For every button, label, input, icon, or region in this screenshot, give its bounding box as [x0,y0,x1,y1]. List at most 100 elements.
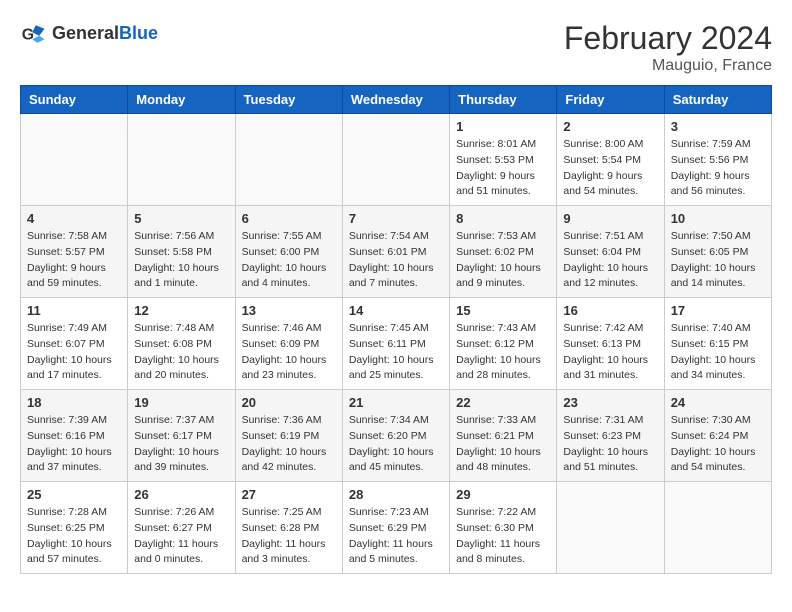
day-number: 1 [456,119,550,134]
daylight-text: Daylight: 10 hours and 4 minutes. [242,262,327,290]
calendar-cell: 2 Sunrise: 8:00 AM Sunset: 5:54 PM Daylight… [557,114,664,206]
calendar-cell: 18 Sunrise: 7:39 AM Sunset: 6:16 PM Dayligh… [21,390,128,482]
location: Mauguio, France [564,57,772,75]
sunrise-text: Sunrise: 7:56 AM [134,230,214,242]
calendar-cell: 9Sunrise: 7:51 AMSunset: 6:04 PMDaylight… [557,206,664,298]
day-info: Sunrise: 7:55 AMSunset: 6:00 PMDaylight:… [242,229,336,292]
column-header-monday: Monday [128,86,235,114]
calendar-cell: 12Sunrise: 7:48 AMSunset: 6:08 PMDayligh… [128,298,235,390]
calendar-cell: 21Sunrise: 7:34 AMSunset: 6:20 PMDayligh… [342,390,449,482]
calendar-week-row: 18 Sunrise: 7:39 AM Sunset: 6:16 PM Dayligh… [21,390,772,482]
sunset-text: Sunset: 6:00 PM [242,246,320,258]
daylight-text: Daylight: 9 hours and 51 minutes. [456,170,535,198]
day-info: Sunrise: 7:51 AMSunset: 6:04 PMDaylight:… [563,229,657,292]
daylight-text: Daylight: 9 hours and 54 minutes. [563,170,642,198]
day-number: 22 [456,395,550,410]
sunset-text: Sunset: 6:16 PM [27,430,105,442]
daylight-text: Daylight: 10 hours and 14 minutes. [671,262,756,290]
sunset-text: Sunset: 6:20 PM [349,430,427,442]
sunset-text: Sunset: 6:25 PM [27,522,105,534]
sunset-text: Sunset: 5:57 PM [27,246,105,258]
day-info: Sunrise: 7:48 AM Sunset: 6:08 PM Daylight:… [134,321,228,384]
day-info: Sunrise: 7:23 AM Sunset: 6:29 PM Daylight:… [349,505,443,568]
sunset-text: Sunset: 6:19 PM [242,430,320,442]
day-number: 13 [242,303,336,318]
calendar-cell: 16Sunrise: 7:42 AMSunset: 6:13 PMDayligh… [557,298,664,390]
calendar-cell: 11Sunrise: 7:49 AMSunset: 6:07 PMDayligh… [21,298,128,390]
sunset-text: Sunset: 6:24 PM [671,430,749,442]
sunset-text: Sunset: 6:08 PM [134,338,212,350]
daylight-text: Daylight: 10 hours and 7 minutes. [349,262,434,290]
day-number: 21 [349,395,443,410]
calendar-cell: 5Sunrise: 7:56 AMSunset: 5:58 PMDaylight… [128,206,235,298]
day-number: 17 [671,303,765,318]
calendar-week-row: 25 Sunrise: 7:28 AM Sunset: 6:25 PM Dayligh… [21,482,772,574]
sunrise-text: Sunrise: 7:30 AM [671,414,751,426]
day-info: Sunrise: 7:22 AMSunset: 6:30 PMDaylight:… [456,505,550,568]
sunset-text: Sunset: 6:04 PM [563,246,641,258]
sunset-text: Sunset: 6:28 PM [242,522,320,534]
calendar-week-row: 4Sunrise: 7:58 AMSunset: 5:57 PMDaylight… [21,206,772,298]
calendar-cell [664,482,771,574]
sunset-text: Sunset: 5:54 PM [563,154,641,166]
day-number: 5 [134,211,228,226]
calendar-cell: 10 Sunrise: 7:50 AMSunset: 6:05 PMDayligh… [664,206,771,298]
sunrise-text: Sunrise: 7:26 AM [134,506,214,518]
sunrise-text: Sunrise: 7:28 AM [27,506,107,518]
logo: G GeneralBlue [20,20,158,48]
day-info: Sunrise: 7:50 AMSunset: 6:05 PMDaylight:… [671,229,765,292]
daylight-text: Daylight: 10 hours and 42 minutes. [242,446,327,474]
day-number: 18 [27,395,121,410]
day-number: 27 [242,487,336,502]
sunrise-text: Sunrise: 8:00 AM [563,138,643,150]
sunset-text: Sunset: 6:29 PM [349,522,427,534]
sunrise-text: Sunrise: 7:42 AM [563,322,643,334]
calendar-cell: 3Sunrise: 7:59 AMSunset: 5:56 PMDaylight… [664,114,771,206]
daylight-text: Daylight: 10 hours and 34 minutes. [671,354,756,382]
day-number: 10 [671,211,765,226]
sunset-text: Sunset: 6:23 PM [563,430,641,442]
day-info: Sunrise: 7:56 AMSunset: 5:58 PMDaylight:… [134,229,228,292]
sunrise-text: Sunrise: 7:58 AM [27,230,107,242]
daylight-text: Daylight: 10 hours and 17 minutes. [27,354,112,382]
calendar-cell: 17Sunrise: 7:40 AMSunset: 6:15 PMDayligh… [664,298,771,390]
calendar-cell [235,114,342,206]
daylight-text: Daylight: 10 hours and 20 minutes. [134,354,219,382]
sunrise-text: Sunrise: 7:48 AM [134,322,214,334]
calendar-week-row: 1Sunrise: 8:01 AMSunset: 5:53 PMDaylight… [21,114,772,206]
daylight-text: Daylight: 10 hours and 9 minutes. [456,262,541,290]
sunset-text: Sunset: 5:58 PM [134,246,212,258]
calendar-cell: 28Sunrise: 7:23 AMSunset: 6:29 PMDayligh… [342,482,449,574]
daylight-text: Daylight: 11 hours and 5 minutes. [349,538,433,566]
day-number: 2 [563,119,657,134]
sunset-text: Sunset: 6:17 PM [134,430,212,442]
logo-text: GeneralBlue [52,24,158,44]
calendar-cell: 7 Sunrise: 7:54 AMSunset: 6:01 PMDaylight… [342,206,449,298]
calendar-header-row: SundayMondayTuesdayWednesdayThursdayFrid… [21,86,772,114]
sunset-text: Sunset: 6:11 PM [349,338,426,350]
day-info: Sunrise: 7:59 AMSunset: 5:56 PMDaylight:… [671,137,765,200]
day-info: Sunrise: 7:34 AMSunset: 6:20 PMDaylight:… [349,413,443,476]
sunset-text: Sunset: 6:21 PM [456,430,534,442]
day-number: 23 [563,395,657,410]
daylight-text: Daylight: 10 hours and 37 minutes. [27,446,112,474]
day-number: 24 [671,395,765,410]
day-info: Sunrise: 7:54 AMSunset: 6:01 PMDaylight:… [349,229,443,292]
sunrise-text: Sunrise: 7:34 AM [349,414,429,426]
sunrise-text: Sunrise: 7:23 AM [349,506,429,518]
day-info: Sunrise: 7:26 AMSunset: 6:27 PMDaylight:… [134,505,228,568]
sunrise-text: Sunrise: 8:01 AM [456,138,536,150]
sunrise-text: Sunrise: 7:39 AM [27,414,107,426]
day-number: 7 [349,211,443,226]
day-info: Sunrise: 7:33 AMSunset: 6:21 PMDaylight:… [456,413,550,476]
day-info: Sunrise: 7:58 AMSunset: 5:57 PMDaylight:… [27,229,121,292]
day-number: 29 [456,487,550,502]
calendar-cell: 14Sunrise: 7:45 AMSunset: 6:11 PMDayligh… [342,298,449,390]
column-header-friday: Friday [557,86,664,114]
sunset-text: Sunset: 6:07 PM [27,338,105,350]
daylight-text: Daylight: 10 hours and 57 minutes. [27,538,112,566]
day-number: 25 [27,487,121,502]
day-info: Sunrise: 7:30 AMSunset: 6:24 PMDaylight:… [671,413,765,476]
day-info: Sunrise: 7:37 AMSunset: 6:17 PMDaylight:… [134,413,228,476]
daylight-text: Daylight: 10 hours and 39 minutes. [134,446,219,474]
